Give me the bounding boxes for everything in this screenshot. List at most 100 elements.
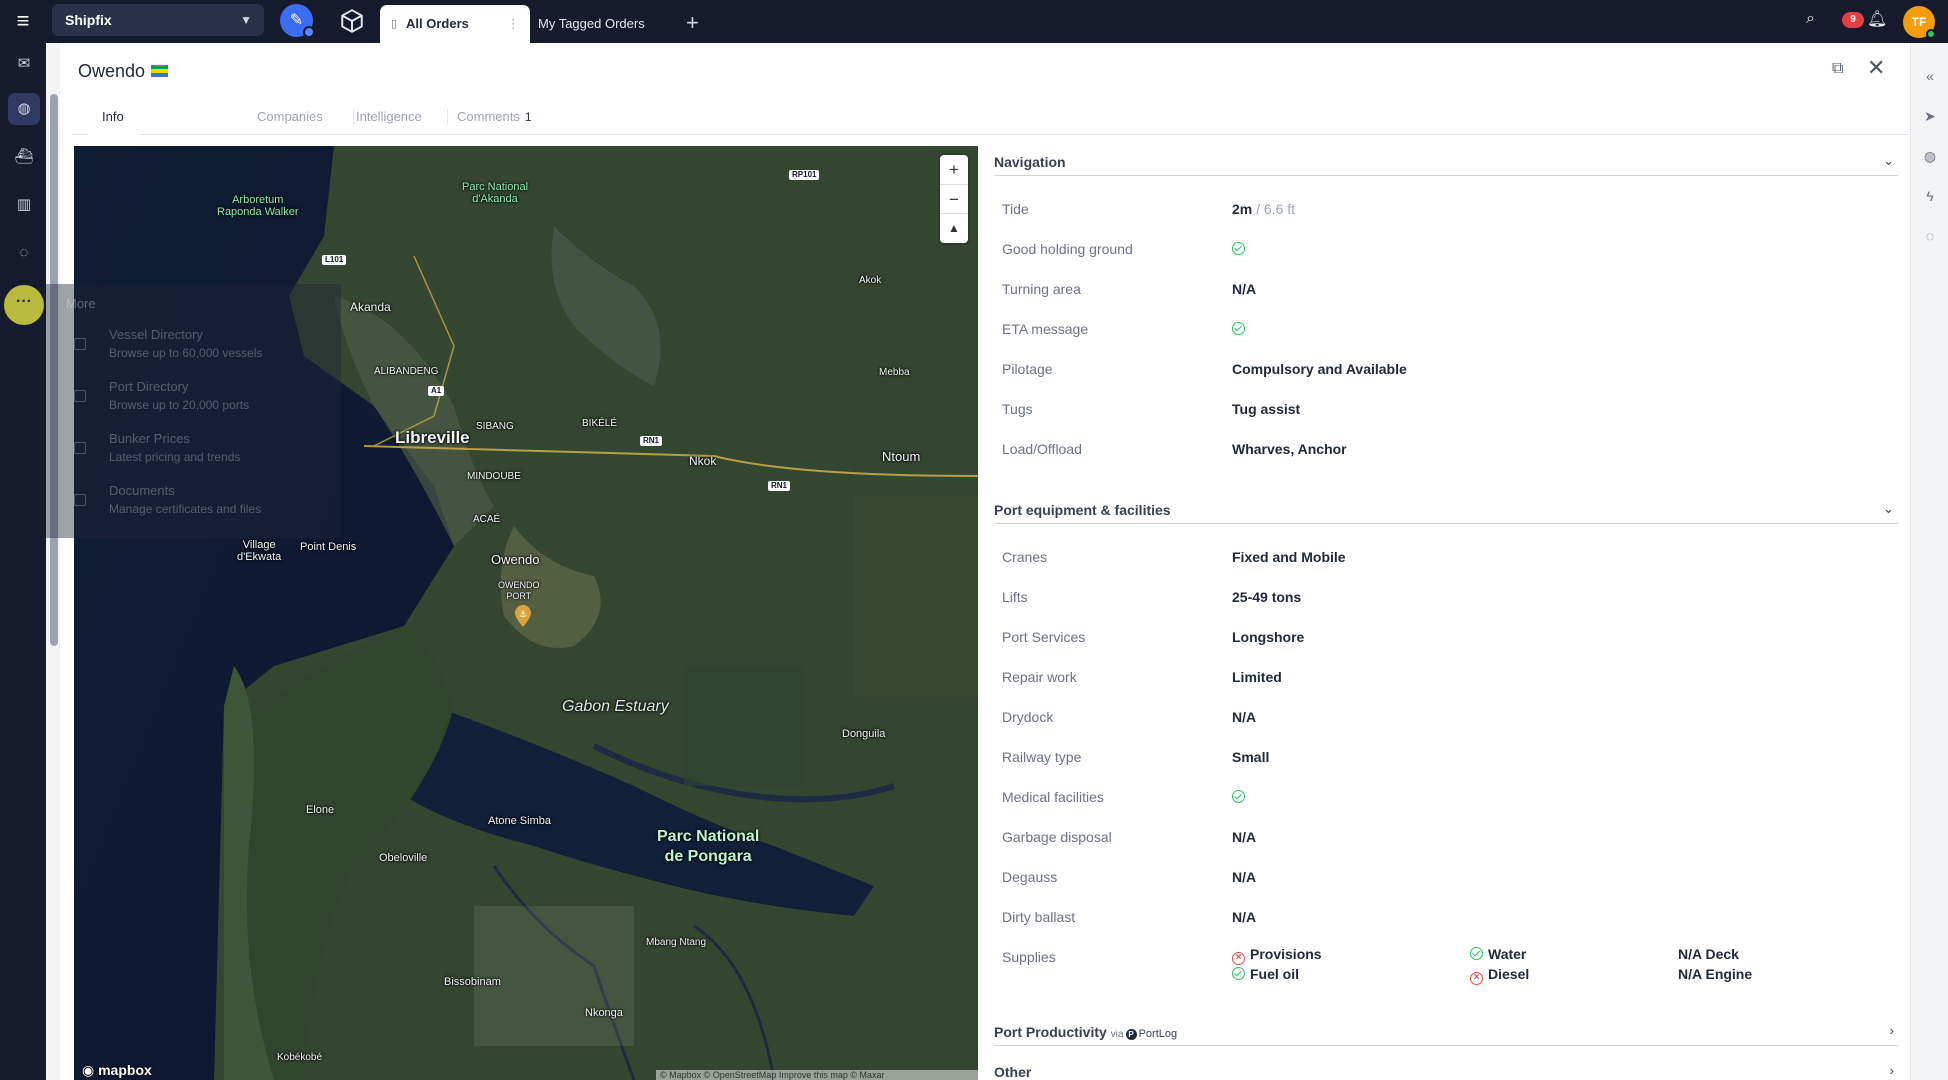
- row-value: N/A: [1232, 709, 1257, 725]
- zoom-out-button[interactable]: −: [940, 184, 968, 213]
- map-label: ACAÉ: [473, 514, 501, 525]
- tab-label: Comments: [457, 109, 520, 124]
- bell-icon[interactable]: 🔔︎: [1867, 9, 1887, 29]
- tab-companies[interactable]: Companies: [242, 99, 338, 135]
- open-external-icon[interactable]: ⧉: [1832, 60, 1843, 78]
- cube-icon[interactable]: [339, 8, 365, 34]
- road-shield: A1: [428, 386, 445, 396]
- row-label: Supplies: [1002, 949, 1056, 965]
- more-button[interactable]: ···: [4, 285, 44, 325]
- chat-icon[interactable]: ◌: [1921, 227, 1939, 245]
- info-row: Medical facilities: [1002, 789, 1892, 811]
- chat-icon[interactable]: ◌: [8, 237, 40, 269]
- road-shield: RN1: [640, 436, 663, 446]
- chevron-right-icon: ›: [1889, 1063, 1894, 1078]
- compose-badge: [303, 26, 315, 38]
- tab-intelligence[interactable]: Intelligence: [341, 99, 437, 135]
- check-icon: [1470, 947, 1483, 960]
- menu-icon[interactable]: ≡: [12, 10, 34, 32]
- menu-item-port-directory[interactable]: Port Directory Browse up to 20,000 ports: [109, 379, 249, 412]
- lightning-icon[interactable]: ϟ: [1921, 187, 1939, 205]
- facilities-section-header[interactable]: Port equipment & facilities ⌄: [994, 494, 1898, 524]
- row-label: Good holding ground: [1002, 241, 1133, 257]
- more-vertical-icon[interactable]: ⋮: [507, 5, 520, 43]
- navigation-section-header[interactable]: Navigation ⌄: [994, 146, 1898, 176]
- tab-info[interactable]: Info: [87, 99, 139, 135]
- other-section-header[interactable]: Other ›: [994, 1056, 1898, 1080]
- info-row: Tugs Tug assist: [1002, 401, 1892, 423]
- ship-icon[interactable]: ⛴: [8, 141, 40, 173]
- info-row: Turning area N/A: [1002, 281, 1892, 303]
- menu-item-documents[interactable]: Documents Manage certificates and files: [109, 483, 261, 516]
- avatar[interactable]: TF: [1903, 6, 1936, 39]
- send-icon[interactable]: ➤: [1921, 107, 1939, 125]
- zoom-in-button[interactable]: +: [940, 155, 968, 184]
- map-label: Mebba: [879, 367, 910, 378]
- map-label: ALIBANDENG: [374, 366, 439, 377]
- tab-comments[interactable]: Comments 1: [442, 99, 547, 135]
- tab-my-tagged-orders[interactable]: My Tagged Orders: [538, 5, 645, 43]
- row-value: 25-49 tons: [1232, 589, 1302, 605]
- menu-item-bunker-prices[interactable]: Bunker Prices Latest pricing and trends: [109, 431, 240, 464]
- map-label: Parc National de Pongara: [657, 828, 760, 865]
- collapse-left-icon[interactable]: «: [1921, 67, 1939, 85]
- info-row: Tide 2m / 6.6 ft: [1002, 201, 1892, 223]
- add-tab-button[interactable]: +: [686, 10, 699, 36]
- page-title: Owendo: [78, 61, 169, 82]
- search-icon[interactable]: ⌕: [1806, 10, 1815, 28]
- workspace-switcher[interactable]: Shipfix ▼: [52, 4, 264, 36]
- globe-icon[interactable]: ◍: [8, 93, 40, 125]
- section-title: Port Productivity via P PortLog: [994, 1024, 1178, 1040]
- map-label: BIKÉLÉ: [582, 418, 618, 429]
- row-label: Garbage disposal: [1002, 829, 1112, 845]
- map-label: Libreville: [395, 428, 470, 447]
- chevron-down-icon: ▼: [240, 13, 252, 27]
- map-label: Bissobinam: [444, 976, 501, 988]
- row-label: Cranes: [1002, 549, 1048, 565]
- info-row: Dirty ballast N/A: [1002, 909, 1892, 931]
- map-label: Gabon Estuary: [562, 698, 669, 715]
- compass-icon[interactable]: ▲: [940, 213, 968, 242]
- left-sidebar: ✉ ◍ ⛴ ▥ ◌ ···: [0, 43, 46, 1080]
- supply-diesel: × Diesel: [1470, 966, 1529, 985]
- row-label: Medical facilities: [1002, 789, 1104, 805]
- notification-count-badge[interactable]: 9: [1842, 12, 1864, 28]
- menu-item-vessel-directory[interactable]: Vessel Directory Browse up to 60,000 ves…: [109, 327, 262, 360]
- supply-provisions: × Provisions: [1232, 946, 1322, 965]
- map-attribution[interactable]: © Mapbox © OpenStreetMap Improve this ma…: [656, 1070, 978, 1080]
- row-label: Turning area: [1002, 281, 1081, 297]
- tide-value: 2m / 6.6 ft: [1232, 201, 1296, 217]
- tab-all-orders[interactable]: ▯ All Orders ⋮: [380, 5, 530, 43]
- map-label: OWENDO PORT: [498, 580, 540, 601]
- info-row: Port Services Longshore: [1002, 629, 1892, 651]
- row-value: N/A: [1232, 909, 1257, 925]
- more-menu: More Vessel Directory Browse up to 60,00…: [46, 284, 341, 538]
- chevron-right-icon: ›: [1889, 1023, 1894, 1038]
- tab-label: All Orders: [406, 16, 469, 31]
- panel-tabs: Info Companies Intelligence Comments 1: [73, 99, 1909, 135]
- anchor-icon: [74, 390, 86, 402]
- row-label: Repair work: [1002, 669, 1077, 685]
- bar-chart-icon[interactable]: ▥: [8, 189, 40, 221]
- map-label: Point Denis: [300, 541, 357, 553]
- productivity-section-header[interactable]: Port Productivity via P PortLog ›: [994, 1016, 1898, 1046]
- inbox-icon[interactable]: ✉: [8, 48, 40, 80]
- row-label: Load/Offload: [1002, 441, 1082, 457]
- compose-button[interactable]: ✎: [280, 4, 315, 38]
- top-bar: ≡ Shipfix ▼ ✎ ▯ All Orders ⋮ My Tagged O…: [0, 0, 1948, 43]
- row-label: Degauss: [1002, 869, 1058, 885]
- check-icon: [1232, 241, 1245, 257]
- row-label: ETA message: [1002, 321, 1089, 337]
- supply-fuel-oil: Fuel oil: [1232, 966, 1299, 982]
- row-label: Port Services: [1002, 629, 1086, 645]
- row-label: Dirty ballast: [1002, 909, 1076, 925]
- close-icon[interactable]: ✕: [1867, 55, 1885, 81]
- row-label: Lifts: [1002, 589, 1028, 605]
- port-anchor-icon[interactable]: ⚓: [515, 605, 531, 627]
- map-label: Kobékobé: [277, 1052, 323, 1063]
- row-label: Tide: [1002, 201, 1029, 217]
- globe-icon[interactable]: ◍: [1921, 147, 1939, 165]
- map-label: Nkok: [689, 454, 717, 468]
- map-label: Nkonga: [585, 1007, 623, 1019]
- svg-text:⚓: ⚓: [519, 610, 527, 620]
